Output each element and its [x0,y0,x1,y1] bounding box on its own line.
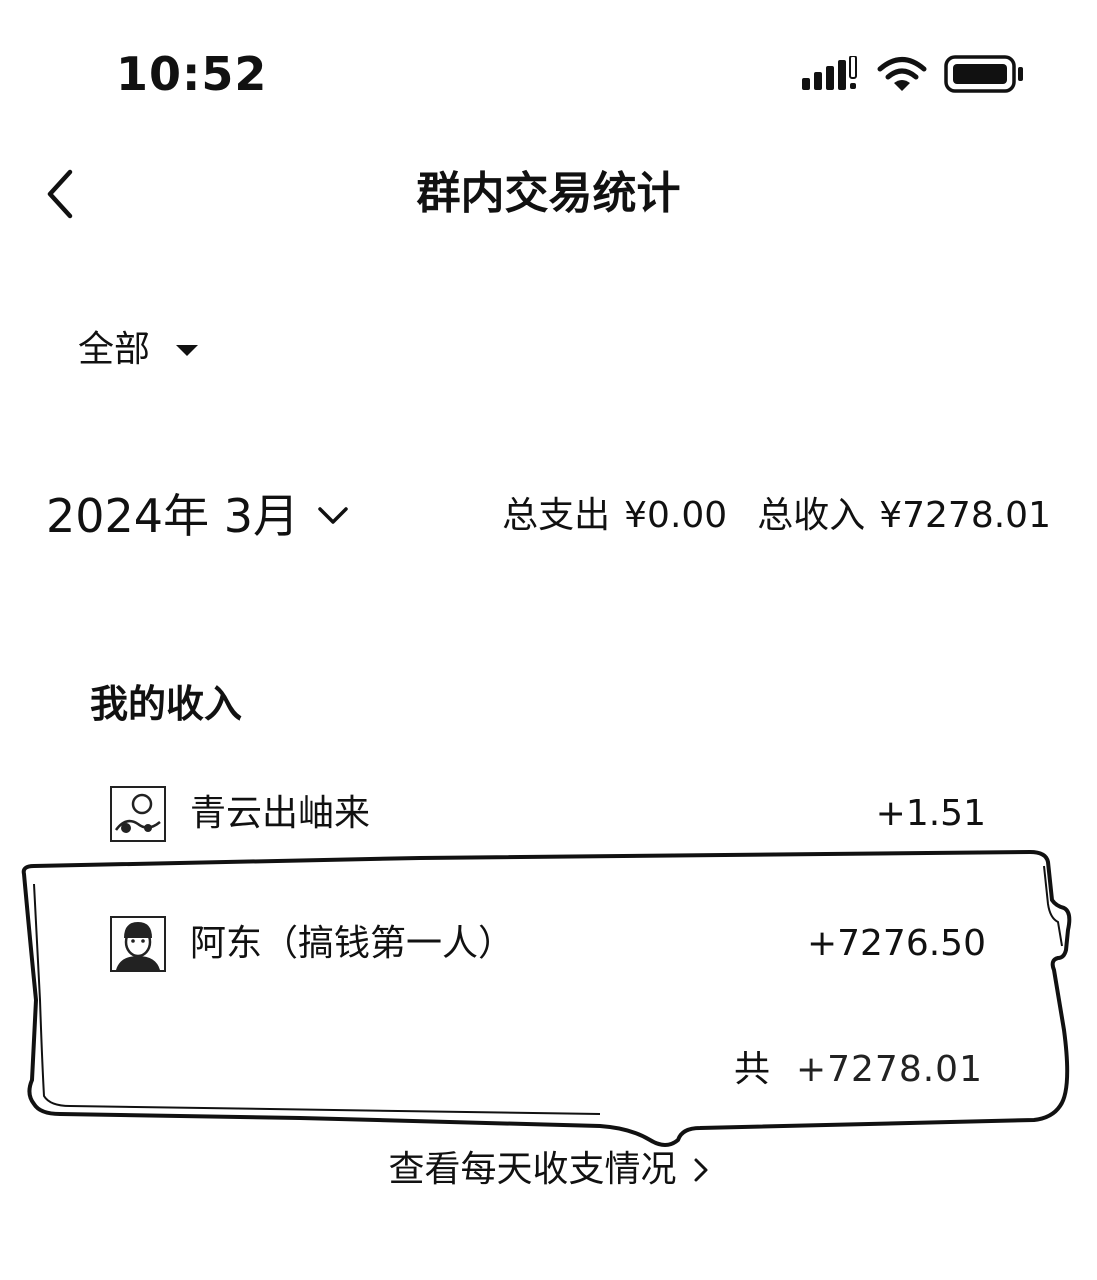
month-selector[interactable]: 2024年 3月 [46,484,349,548]
expense-label: 总支出 [502,495,611,536]
payer-name: 青云出岫来 [190,793,371,834]
avatar [110,916,166,972]
income-label: 总收入 [757,495,866,536]
total-value: +7278.01 [795,1049,983,1090]
status-time: 10:52 [116,47,268,101]
signal-icon [802,56,857,90]
list-item[interactable]: 青云出岫来 +1.51 [110,784,986,844]
summary-totals: 总支出 ¥0.00 总收入 ¥7278.01 [502,492,1051,540]
income-total: 共 +7278.01 [734,1040,983,1100]
payer-amount: +7276.50 [806,923,986,964]
month-label: 2024年 3月 [46,489,299,543]
caret-down-icon [176,344,199,356]
total-label: 共 [733,1049,770,1090]
page-title: 群内交易统计 [416,168,681,219]
payer-name: 阿东（搞钱第一人） [190,923,515,964]
avatar [110,786,166,842]
daily-detail-link[interactable]: 查看每天收支情况 [0,1140,1097,1200]
chevron-down-icon [318,507,348,524]
payer-amount: +1.51 [875,793,986,834]
expense-value: ¥0.00 [624,495,728,536]
filter-dropdown[interactable]: 全部 [78,322,199,378]
daily-link-label: 查看每天收支情况 [388,1149,677,1190]
chevron-right-icon [694,1158,707,1182]
battery-icon [944,55,1023,93]
income-value: ¥7278.01 [879,495,1051,536]
section-title: 我的收入 [90,682,243,726]
filter-label: 全部 [78,329,151,370]
list-item[interactable]: 阿东（搞钱第一人） +7276.50 [110,914,986,974]
wifi-icon [877,57,927,91]
